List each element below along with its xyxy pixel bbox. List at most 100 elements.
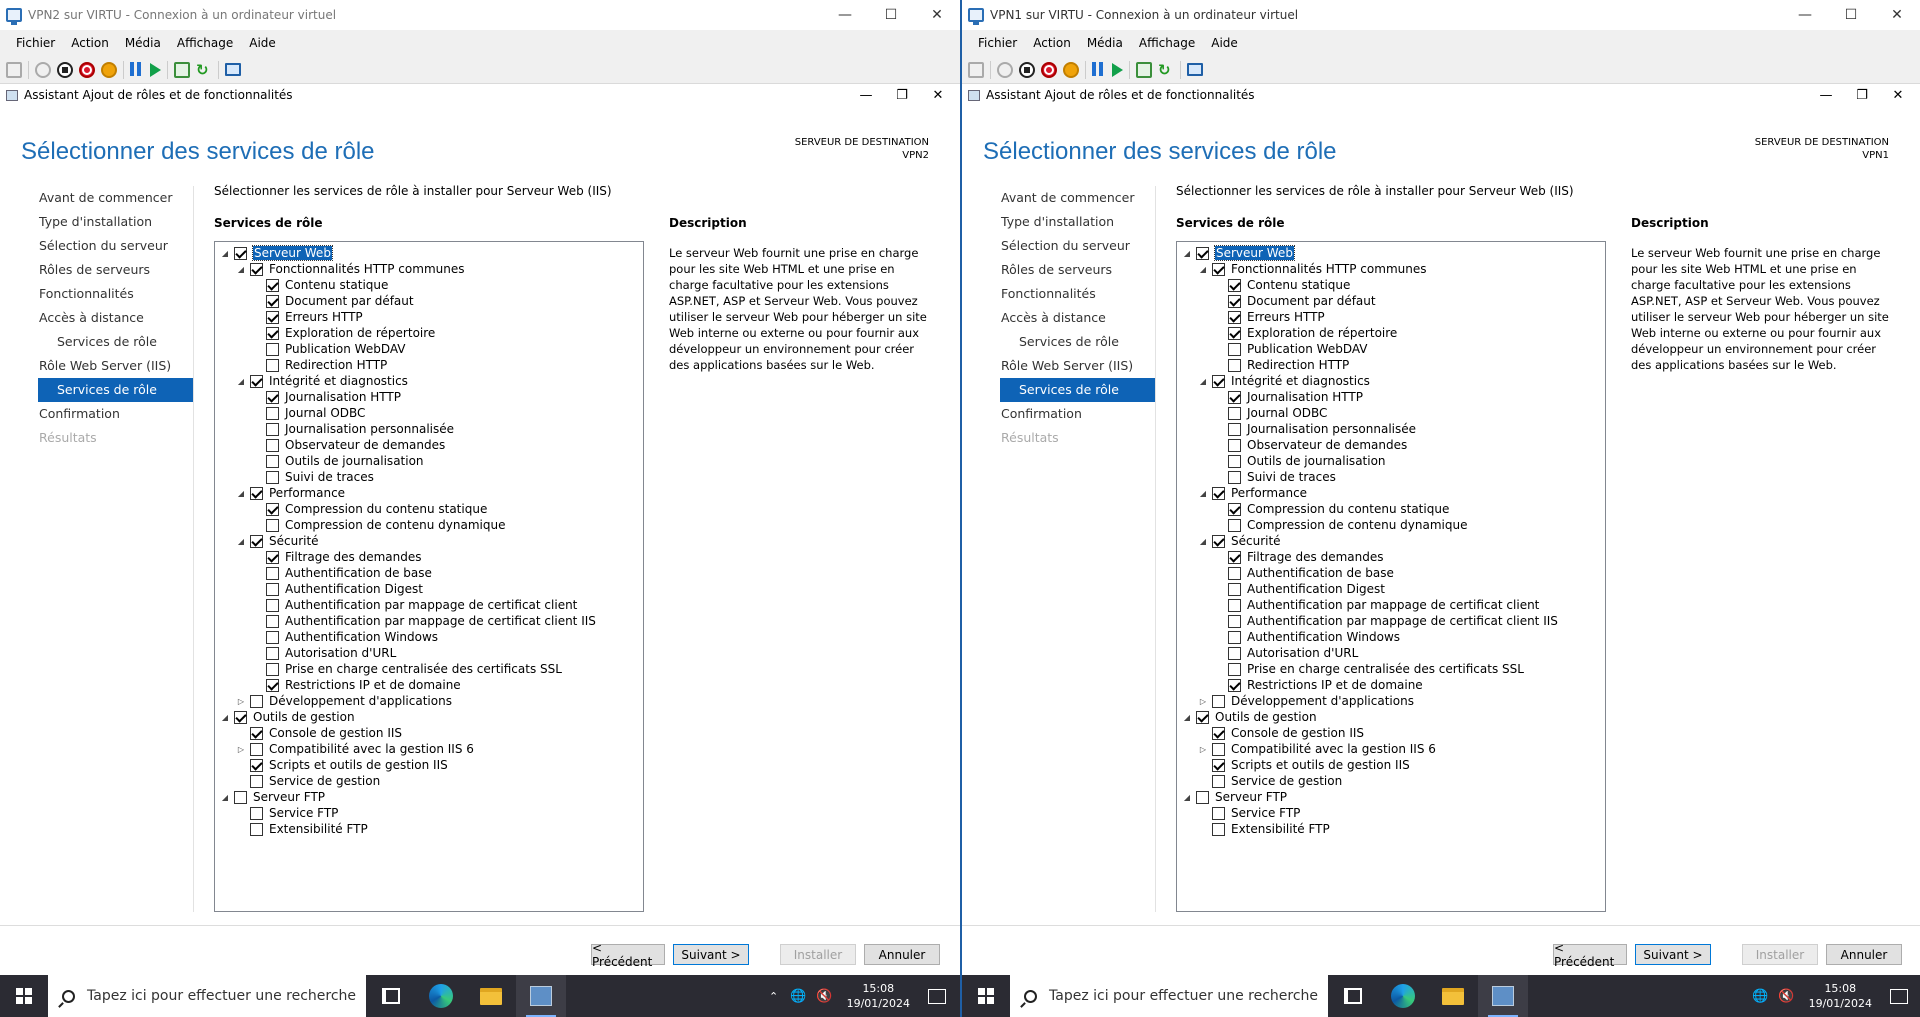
tree-item[interactable]: Journal ODBC	[215, 405, 643, 421]
checkbox[interactable]	[250, 758, 263, 772]
checkbox[interactable]	[1228, 502, 1241, 516]
tree-item[interactable]: Compression du contenu statique	[1177, 501, 1605, 517]
collapse-arrow-icon[interactable]: ◢	[1198, 488, 1208, 498]
collapse-arrow-icon[interactable]: ◢	[220, 248, 230, 258]
taskbar-search[interactable]: Tapez ici pour effectuer une recherche	[48, 975, 366, 1017]
nav-item[interactable]: Rôles de serveurs	[1000, 258, 1155, 282]
network-icon[interactable]: 🌐	[790, 989, 806, 1004]
wizard-restore-button[interactable]: ❐	[1844, 84, 1880, 106]
checkbox[interactable]	[1228, 678, 1241, 692]
nav-item[interactable]: Rôle Web Server (IIS)	[1000, 354, 1155, 378]
start-icon[interactable]	[35, 61, 51, 78]
clock[interactable]: 15:08 19/01/2024	[847, 981, 910, 1011]
checkbox[interactable]	[1212, 806, 1225, 820]
tree-item[interactable]: ▷ Développement d'applications	[1177, 693, 1605, 709]
checkbox[interactable]	[250, 742, 263, 756]
tree-item[interactable]: Autorisation d'URL	[215, 645, 643, 661]
save-state-icon[interactable]	[101, 61, 117, 78]
checkbox[interactable]	[1228, 358, 1241, 372]
checkbox[interactable]	[1228, 598, 1241, 612]
checkbox[interactable]	[1212, 486, 1225, 500]
tree-item[interactable]: ◢ Outils de gestion	[1177, 709, 1605, 725]
start-button[interactable]	[0, 975, 48, 1017]
checkbox[interactable]	[266, 422, 279, 436]
checkbox[interactable]	[250, 694, 263, 708]
wizard-minimize-button[interactable]: —	[848, 84, 884, 106]
checkbox[interactable]	[1228, 406, 1241, 420]
revert-icon[interactable]: ↻	[1158, 61, 1174, 79]
tree-item[interactable]: Contenu statique	[215, 277, 643, 293]
checkbox[interactable]	[1228, 454, 1241, 468]
checkbox[interactable]	[266, 614, 279, 628]
checkbox[interactable]	[1228, 278, 1241, 292]
shutdown-icon[interactable]	[79, 61, 95, 78]
checkbox[interactable]	[266, 646, 279, 660]
tree-item[interactable]: ◢ Fonctionnalités HTTP communes	[1177, 261, 1605, 277]
checkbox[interactable]	[266, 502, 279, 516]
nav-item[interactable]: Type d'installation	[1000, 210, 1155, 234]
start-button[interactable]	[962, 975, 1010, 1017]
checkbox[interactable]	[1212, 694, 1225, 708]
explorer-button[interactable]	[1428, 975, 1478, 1017]
previous-button[interactable]: < Précédent	[1553, 941, 1627, 969]
role-services-tree[interactable]: ◢ Serveur Web ◢ Fonctionnalités HTTP commun…	[1176, 241, 1606, 912]
cancel-button[interactable]: Annuler	[1826, 944, 1902, 965]
collapse-arrow-icon[interactable]: ◢	[1198, 376, 1208, 386]
tree-item[interactable]: Journalisation HTTP	[215, 389, 643, 405]
menu-action[interactable]: Action	[1025, 36, 1079, 50]
tree-item[interactable]: ◢ Serveur FTP	[1177, 789, 1605, 805]
checkpoint-icon[interactable]	[1136, 61, 1152, 78]
collapse-arrow-icon[interactable]: ◢	[220, 712, 230, 722]
tree-item[interactable]: Suivi de traces	[1177, 469, 1605, 485]
nav-item[interactable]: Avant de commencer	[38, 186, 193, 210]
taskbar-search[interactable]: Tapez ici pour effectuer une recherche	[1010, 975, 1328, 1017]
next-button[interactable]: Suivant >	[673, 944, 749, 965]
tree-item[interactable]: Filtrage des demandes	[215, 549, 643, 565]
close-button[interactable]: ✕	[1874, 0, 1920, 30]
tree-item[interactable]: ◢ Intégrité et diagnostics	[1177, 373, 1605, 389]
checkbox[interactable]	[1228, 630, 1241, 644]
tree-item[interactable]: Autorisation d'URL	[1177, 645, 1605, 661]
checkbox[interactable]	[1228, 582, 1241, 596]
nav-item[interactable]: Accès à distance	[1000, 306, 1155, 330]
checkbox[interactable]	[266, 358, 279, 372]
tree-item[interactable]: Redirection HTTP	[1177, 357, 1605, 373]
task-view-button[interactable]	[1328, 975, 1378, 1017]
checkbox[interactable]	[266, 518, 279, 532]
checkbox[interactable]	[1228, 422, 1241, 436]
checkbox[interactable]	[250, 486, 263, 500]
checkbox[interactable]	[266, 454, 279, 468]
checkbox[interactable]	[266, 662, 279, 676]
tree-item[interactable]: Compression de contenu dynamique	[215, 517, 643, 533]
clock[interactable]: 15:08 19/01/2024	[1809, 981, 1872, 1011]
tree-item[interactable]: ▷ Compatibilité avec la gestion IIS 6	[215, 741, 643, 757]
tree-item[interactable]: Journalisation personnalisée	[215, 421, 643, 437]
checkbox[interactable]	[250, 534, 263, 548]
menu-aide[interactable]: Aide	[1203, 36, 1246, 50]
tree-item[interactable]: Authentification par mappage de certific…	[215, 597, 643, 613]
expand-arrow-icon[interactable]: ▷	[236, 696, 246, 706]
tray-chevron-icon[interactable]: ⌃	[769, 990, 778, 1003]
task-view-button[interactable]	[366, 975, 416, 1017]
collapse-arrow-icon[interactable]: ◢	[236, 488, 246, 498]
minimize-button[interactable]: —	[1782, 0, 1828, 30]
pause-icon[interactable]	[130, 61, 144, 78]
tree-item[interactable]: ◢ Outils de gestion	[215, 709, 643, 725]
checkbox[interactable]	[1228, 390, 1241, 404]
checkbox[interactable]	[266, 278, 279, 292]
previous-button[interactable]: < Précédent	[591, 941, 665, 969]
tree-item[interactable]: Journalisation personnalisée	[1177, 421, 1605, 437]
menu-fichier[interactable]: Fichier	[8, 36, 63, 50]
tree-item[interactable]: Document par défaut	[1177, 293, 1605, 309]
tree-item[interactable]: Authentification Digest	[1177, 581, 1605, 597]
collapse-arrow-icon[interactable]: ◢	[236, 264, 246, 274]
tree-item[interactable]: Outils de journalisation	[1177, 453, 1605, 469]
tree-item[interactable]: Console de gestion IIS	[215, 725, 643, 741]
collapse-arrow-icon[interactable]: ◢	[1182, 792, 1192, 802]
checkbox[interactable]	[1212, 742, 1225, 756]
tree-item[interactable]: Filtrage des demandes	[1177, 549, 1605, 565]
checkbox[interactable]	[266, 598, 279, 612]
tree-item[interactable]: ◢ Intégrité et diagnostics	[215, 373, 643, 389]
tree-item[interactable]: ◢ Fonctionnalités HTTP communes	[215, 261, 643, 277]
nav-item[interactable]: Type d'installation	[38, 210, 193, 234]
